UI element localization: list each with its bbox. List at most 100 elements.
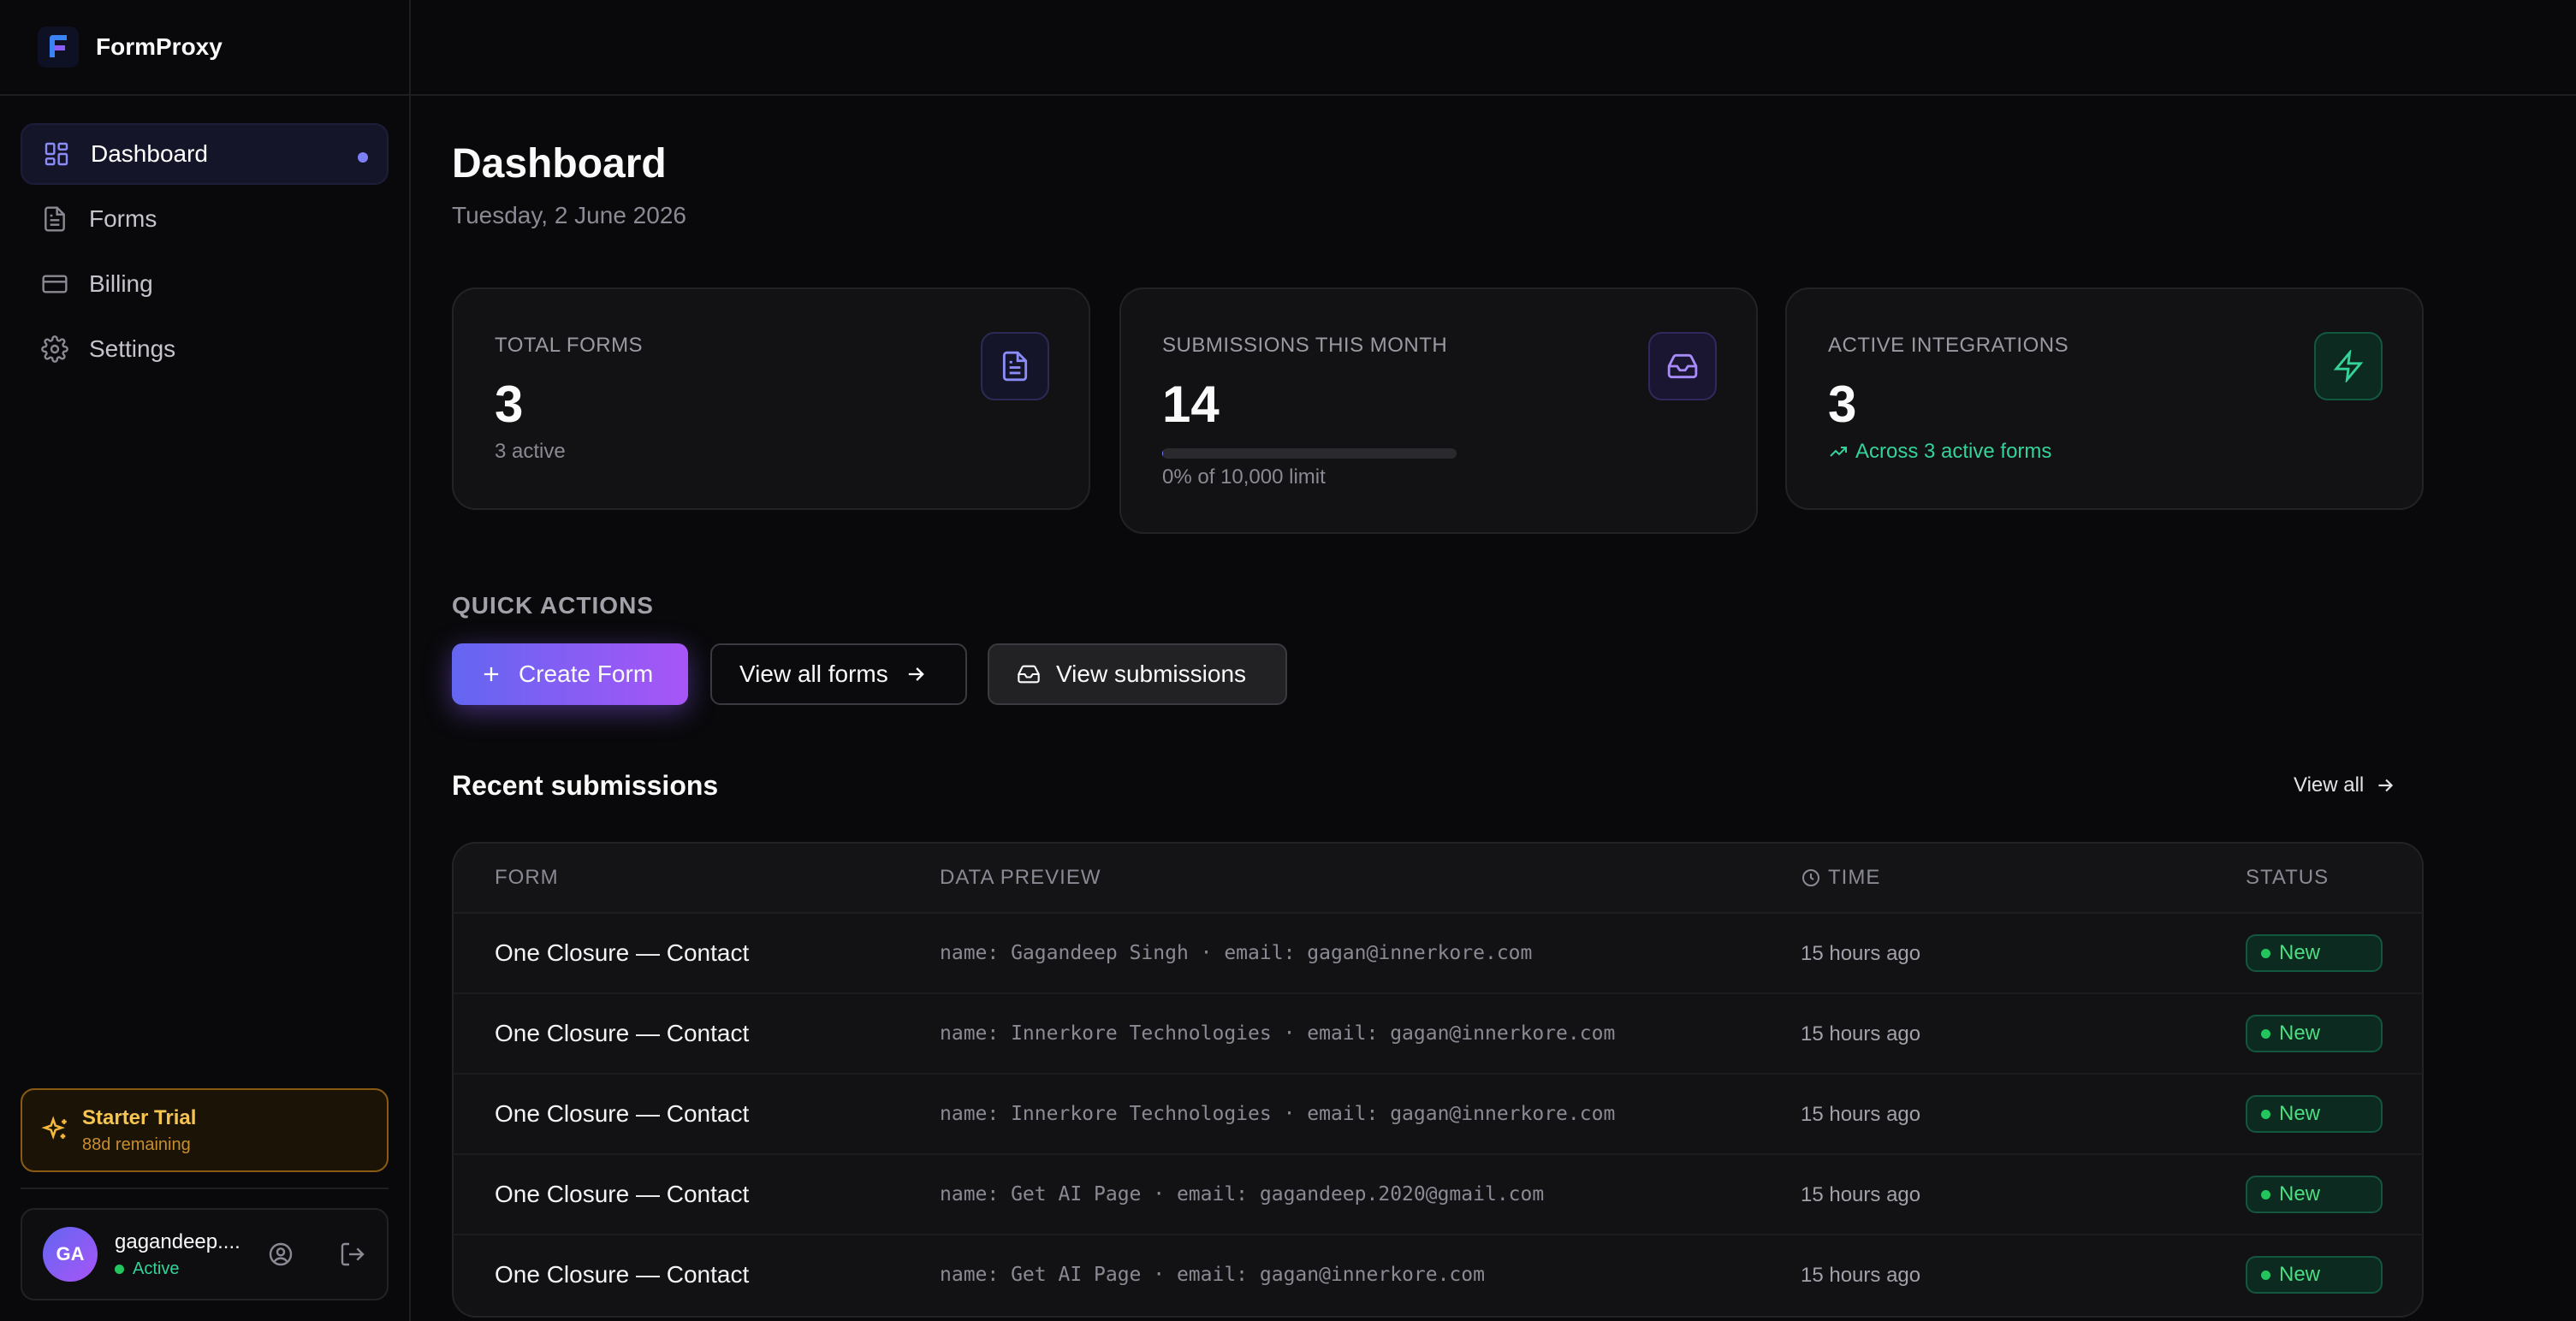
status-badge: New [2246, 934, 2383, 972]
time-cell: 15 hours ago [1801, 1022, 1921, 1046]
formproxy-logo-icon [38, 27, 79, 68]
page-title: Dashboard [452, 141, 667, 187]
create-form-label: Create Form [519, 660, 654, 687]
time-cell: 15 hours ago [1801, 1183, 1921, 1206]
usage-progress-bar [1162, 448, 1457, 459]
stat-label: TOTAL FORMS [495, 334, 644, 357]
trending-up-icon [1830, 447, 1847, 457]
status-label: New [2279, 941, 2321, 964]
status-dot [2261, 948, 2270, 958]
form-cell: One Closure — Contact [495, 1181, 750, 1207]
sidebar-item-label: Dashboard [91, 140, 208, 167]
time-cell: 15 hours ago [1801, 1264, 1921, 1287]
file-icon [1002, 351, 1028, 382]
table-row[interactable]: One Closure — Contact name: Gagandeep Si… [454, 914, 2422, 994]
status-badge: New [2246, 1015, 2383, 1052]
column-header-status: STATUS [2246, 866, 2330, 889]
stat-card-submissions: SUBMISSIONS THIS MONTH 14 0% of 10,000 l… [1119, 287, 1758, 534]
sidebar-item-settings[interactable]: Settings [21, 318, 389, 380]
sidebar-nav: Dashboard Forms Billing Settings [0, 96, 409, 380]
arrow-right-icon [908, 667, 924, 681]
sidebar-item-billing[interactable]: Billing [21, 253, 389, 315]
trial-remaining: 88d remaining [82, 1134, 191, 1154]
logout-icon[interactable] [339, 1241, 366, 1268]
user-status: Active [115, 1259, 243, 1279]
sidebar-item-forms[interactable]: Forms [21, 188, 389, 250]
gear-icon [41, 335, 68, 363]
status-dot [115, 1264, 124, 1274]
arrow-right-icon [2378, 779, 2394, 792]
page-date: Tuesday, 2 June 2026 [452, 202, 686, 228]
status-badge: New [2246, 1095, 2383, 1133]
data-preview-cell: name: Gagandeep Singh · email: gagan@inn… [940, 942, 1533, 964]
stat-sub: 0% of 10,000 limit [1162, 465, 1326, 489]
stat-sub-text: Across 3 active forms [1855, 440, 2052, 463]
time-cell: 15 hours ago [1801, 942, 1921, 965]
status-dot [2261, 1189, 2270, 1200]
active-indicator-dot [358, 152, 368, 163]
sparkles-icon [41, 1116, 67, 1140]
view-all-link[interactable]: View all [2294, 773, 2396, 797]
stat-label: ACTIVE INTEGRATIONS [1828, 334, 2069, 357]
dashboard-icon [45, 142, 68, 166]
stat-sub: 3 active [495, 440, 566, 463]
credit-card-icon [42, 275, 68, 293]
table-row[interactable]: One Closure — Contact name: Innerkore Te… [454, 994, 2422, 1075]
data-preview-cell: name: Get AI Page · email: gagan@innerko… [940, 1264, 1485, 1286]
stat-sub: Across 3 active forms [1828, 440, 2051, 464]
status-label: New [2279, 1263, 2321, 1286]
stat-card-integrations: ACTIVE INTEGRATIONS 3 Across 3 active fo… [1785, 287, 2424, 510]
table-row[interactable]: One Closure — Contact name: Get AI Page … [454, 1235, 2422, 1316]
stat-icon-box [2314, 332, 2383, 400]
status-dot [2261, 1028, 2270, 1039]
data-preview-cell: name: Innerkore Technologies · email: ga… [940, 1022, 1616, 1045]
status-label: New [2279, 1102, 2321, 1125]
form-cell: One Closure — Contact [495, 939, 750, 966]
sidebar-item-label: Settings [89, 335, 176, 362]
status-label: New [2279, 1182, 2321, 1205]
plus-icon [484, 666, 499, 682]
stat-value: 3 [1828, 376, 1857, 433]
status-label: New [2279, 1022, 2321, 1045]
avatar[interactable]: GA [43, 1227, 98, 1282]
inbox-icon [1667, 353, 1698, 379]
status-dot [2261, 1270, 2270, 1280]
file-icon [45, 206, 65, 232]
user-status-label: Active [133, 1259, 180, 1278]
table-header: FORM DATA PREVIEW TIME STATUS [454, 844, 2422, 914]
profile-icon[interactable] [267, 1241, 294, 1268]
view-submissions-button[interactable]: View submissions [988, 643, 1287, 705]
view-submissions-label: View submissions [1056, 660, 1247, 687]
data-preview-cell: name: Get AI Page · email: gagandeep.202… [940, 1183, 1545, 1205]
user-card: GA gagandeep.... Active [21, 1208, 389, 1300]
brand[interactable]: FormProxy [0, 0, 409, 96]
stat-value: 14 [1162, 376, 1220, 433]
time-cell: 15 hours ago [1801, 1103, 1921, 1126]
table-row[interactable]: One Closure — Contact name: Innerkore Te… [454, 1075, 2422, 1155]
table-row[interactable]: One Closure — Contact name: Get AI Page … [454, 1155, 2422, 1235]
create-form-button[interactable]: Create Form [452, 643, 688, 705]
view-all-label: View all [2294, 773, 2365, 797]
stat-label: SUBMISSIONS THIS MONTH [1162, 334, 1448, 357]
view-all-forms-label: View all forms [739, 660, 888, 687]
sidebar: FormProxy Dashboard Forms Billing Settin… [0, 0, 411, 1321]
sidebar-item-dashboard[interactable]: Dashboard [21, 123, 389, 185]
user-name: gagandeep.... [115, 1229, 240, 1253]
status-badge: New [2246, 1256, 2383, 1294]
sidebar-item-label: Billing [89, 270, 153, 297]
stat-icon-box [981, 332, 1049, 400]
recent-submissions-title: Recent submissions [452, 770, 719, 801]
column-header-time: TIME [1801, 866, 1880, 890]
view-all-forms-button[interactable]: View all forms [710, 643, 967, 705]
clock-icon [1802, 869, 1819, 886]
form-cell: One Closure — Contact [495, 1261, 750, 1288]
trial-title: Starter Trial [82, 1105, 197, 1129]
trial-banner[interactable]: Starter Trial 88d remaining [21, 1088, 389, 1172]
column-header-data-preview: DATA PREVIEW [940, 866, 1101, 889]
lightning-icon [2333, 350, 2364, 382]
status-badge: New [2246, 1176, 2383, 1213]
stat-value: 3 [495, 376, 524, 433]
topbar [411, 0, 2576, 96]
column-header-time-label: TIME [1828, 866, 1881, 889]
form-cell: One Closure — Contact [495, 1020, 750, 1046]
